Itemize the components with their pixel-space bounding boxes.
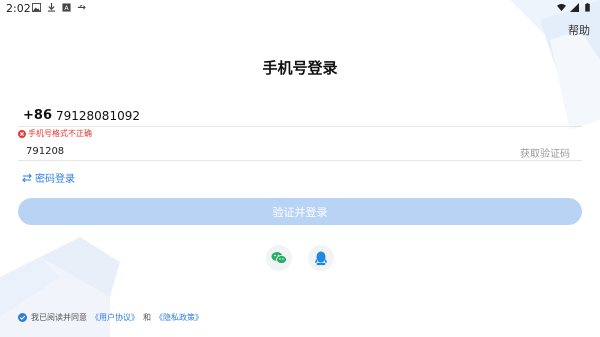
user-agreement-link[interactable]: 《用户协议》 <box>91 312 139 323</box>
privacy-policy-link[interactable]: 《隐私政策》 <box>155 312 203 323</box>
error-icon <box>18 129 26 138</box>
battery-icon <box>585 3 590 12</box>
get-code-button[interactable]: 获取验证码 <box>520 145 570 160</box>
wechat-icon <box>271 252 287 264</box>
agreement-and: 和 <box>143 313 151 322</box>
app-icon: A <box>62 3 71 12</box>
country-code[interactable]: +86 <box>23 108 52 123</box>
qq-icon <box>315 251 327 265</box>
wifi-icon <box>557 3 566 12</box>
status-time: 2:02 <box>6 2 31 15</box>
swap-icon <box>22 173 32 182</box>
usb-icon <box>77 5 86 10</box>
download-icon <box>47 3 56 12</box>
password-login-label: 密码登录 <box>35 174 75 185</box>
phone-error: 手机号格式不正确 <box>18 128 92 139</box>
password-login-link[interactable]: 密码登录 <box>22 170 75 185</box>
error-message: 手机号格式不正确 <box>28 129 92 138</box>
signal-icon <box>570 3 579 12</box>
agreement: 我已阅读并同意 《用户协议》 和 《隐私政策》 <box>18 312 203 323</box>
verify-login-button[interactable]: 验证并登录 <box>18 198 582 225</box>
social-login <box>0 245 600 271</box>
svg-text:A: A <box>64 5 69 12</box>
phone-field: +86 <box>18 104 582 127</box>
agreement-checkbox[interactable] <box>18 313 27 322</box>
notification-icons: A <box>32 3 86 12</box>
help-button[interactable]: 帮助 <box>568 22 590 38</box>
wechat-login-button[interactable] <box>266 245 292 271</box>
page-title: 手机号登录 <box>262 59 338 77</box>
qq-login-button[interactable] <box>308 245 334 271</box>
status-bar: 2:02 A <box>0 0 600 16</box>
phone-input[interactable] <box>54 105 458 127</box>
agreement-prefix: 我已阅读并同意 <box>31 313 87 322</box>
system-icons <box>557 3 592 12</box>
image-icon <box>32 3 41 12</box>
verification-code-input[interactable] <box>24 142 328 161</box>
code-field: 获取验证码 <box>18 142 582 161</box>
